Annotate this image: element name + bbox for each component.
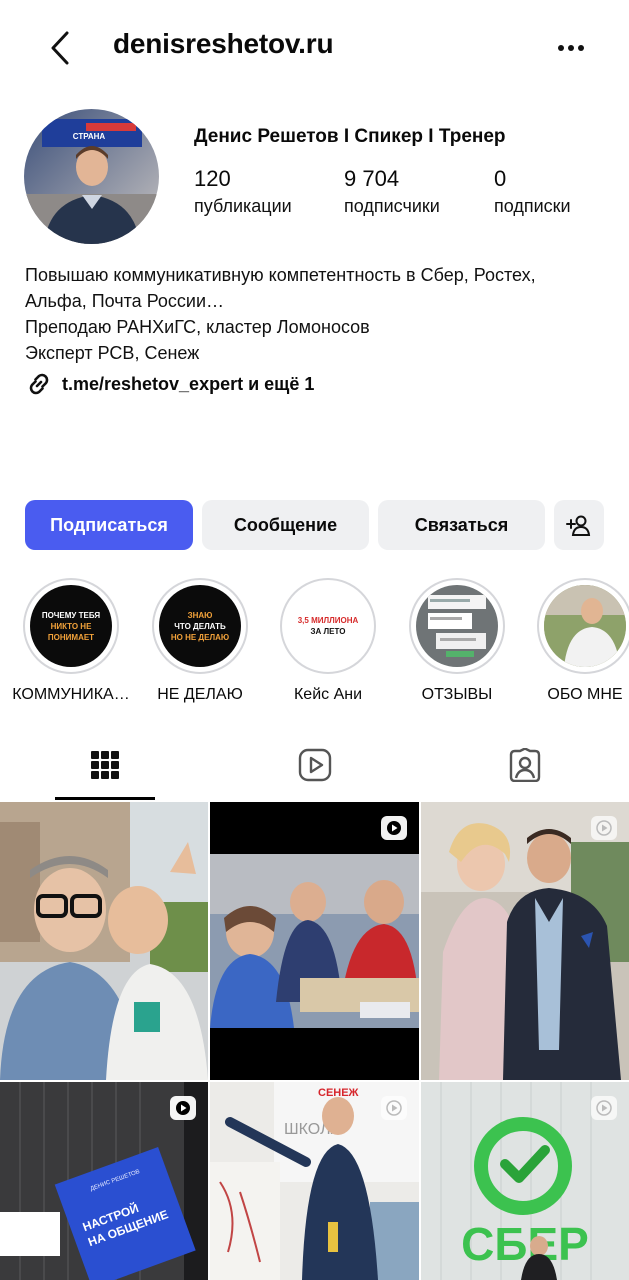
active-tab-indicator [55,797,155,800]
sign-text: СБЕР [461,1218,589,1270]
stat-posts[interactable]: 120 публикации [194,166,292,217]
profile-tabs [0,730,629,800]
highlight-cover: ЗНАЮ ЧТО ДЕЛАТЬ НО НЕ ДЕЛАЮ [159,585,241,667]
reel-indicator [170,1096,196,1120]
bio-line: Преподаю РАНХиГС, кластер Ломоносов [25,317,370,337]
tab-reels[interactable] [210,730,420,800]
grid-post[interactable]: СБЕР [421,1082,629,1280]
grid-post[interactable] [210,802,419,1080]
bio-line: Альфа, Почта России… [25,291,225,311]
profile-link[interactable]: t.me/reshetov_expert и ещё 1 [25,370,314,398]
grid-icon [91,751,119,779]
highlight-cover-line: ЗА ЛЕТО [310,627,346,636]
suggest-users-button[interactable] [554,500,604,550]
bio-line: Повышаю коммуникативную компетентность в… [25,265,536,285]
highlight-item[interactable]: 3,5 МИЛЛИОНА ЗА ЛЕТО Кейс Ани [278,578,378,704]
grid-post[interactable] [0,802,208,1080]
highlight-cover [416,585,498,667]
tagged-icon [509,748,541,782]
highlight-cover-line: ЧТО ДЕЛАТЬ [174,621,226,631]
highlight-cover [544,585,626,667]
highlight-item[interactable]: ПОЧЕМУ ТЕБЯ НИКТО НЕ ПОНИМАЕТ КОММУНИКА… [12,578,130,704]
highlight-cover-line: НО НЕ ДЕЛАЮ [170,632,230,642]
link-icon [29,373,49,395]
highlight-label: Кейс Ани [293,686,363,703]
stat-followers[interactable]: 9 704 подписчики [344,166,440,217]
chevron-left-icon [51,31,69,65]
highlight-cover-line: НИКТО НЕ ПОНИМАЕТ [47,621,95,642]
back-button[interactable] [42,28,78,68]
highlight-label: ОБО МНЕ [547,686,623,703]
profile-username: denisreshetov.ru [113,28,334,59]
highlight-item[interactable]: ЗНАЮ ЧТО ДЕЛАТЬ НО НЕ ДЕЛАЮ НЕ ДЕЛАЮ [150,578,250,704]
reel-indicator [381,1096,407,1120]
grid-post[interactable]: СЕНЕЖ ШКОЛА [210,1082,419,1280]
reel-indicator [591,816,617,840]
highlight-label: ОТЗЫВЫ [421,686,493,703]
grid-post[interactable]: НАСТРОЙ НА ОБЩЕНИЕ ДЕНИС РЕШЕТОВ [0,1082,208,1280]
stat-following-count: 0 [494,166,507,191]
bio-line: Эксперт РСВ, Сенеж [25,343,200,363]
reel-icon [596,1100,612,1116]
reel-icon [596,820,612,836]
tab-posts[interactable] [0,730,210,800]
message-button[interactable]: Сообщение [202,500,369,550]
reel-indicator [381,816,407,840]
grid-post[interactable] [421,802,629,1080]
highlight-item[interactable]: ОБО МНЕ [535,578,629,704]
stat-followers-label: подписчики [344,196,440,216]
highlight-cover: ПОЧЕМУ ТЕБЯ НИКТО НЕ ПОНИМАЕТ [30,585,112,667]
profile-bio: Повышаю коммуникативную компетентность в… [25,262,536,366]
highlight-cover-line: ПОЧЕМУ ТЕБЯ [41,610,101,620]
stat-followers-count: 9 704 [344,166,400,191]
reel-icon [176,1101,190,1115]
highlight-label: НЕ ДЕЛАЮ [157,686,243,703]
reel-icon [387,821,401,835]
highlight-cover-line: ЗНАЮ [187,610,213,620]
more-horizontal-icon [558,45,584,51]
stat-posts-label: публикации [194,196,292,216]
reel-indicator [591,1096,617,1120]
more-options-button[interactable] [553,30,589,66]
follow-button[interactable]: Подписаться [25,500,193,550]
stat-following[interactable]: 0 подписки [494,166,571,217]
profile-avatar[interactable]: СТРАНА [24,109,159,244]
highlight-label: КОММУНИКА… [12,686,130,703]
contact-button[interactable]: Связаться [378,500,545,550]
profile-display-name: Денис Решетов I Спикер I Тренер [194,126,506,147]
top-bar: denisreshetov.ru [0,0,629,96]
add-user-icon [566,515,591,536]
reels-icon [298,748,332,782]
highlight-cover: 3,5 МИЛЛИОНА ЗА ЛЕТО [287,585,369,667]
stat-following-label: подписки [494,196,571,216]
reel-icon [386,1100,402,1116]
highlight-cover-line: 3,5 МИЛЛИОНА [297,616,359,625]
stat-posts-count: 120 [194,166,231,191]
profile-link-text: t.me/reshetov_expert и ещё 1 [62,373,315,394]
highlight-item[interactable]: ОТЗЫВЫ [407,578,507,704]
tab-tagged[interactable] [420,730,629,800]
avatar-banner-text: СТРАНА [73,132,106,141]
